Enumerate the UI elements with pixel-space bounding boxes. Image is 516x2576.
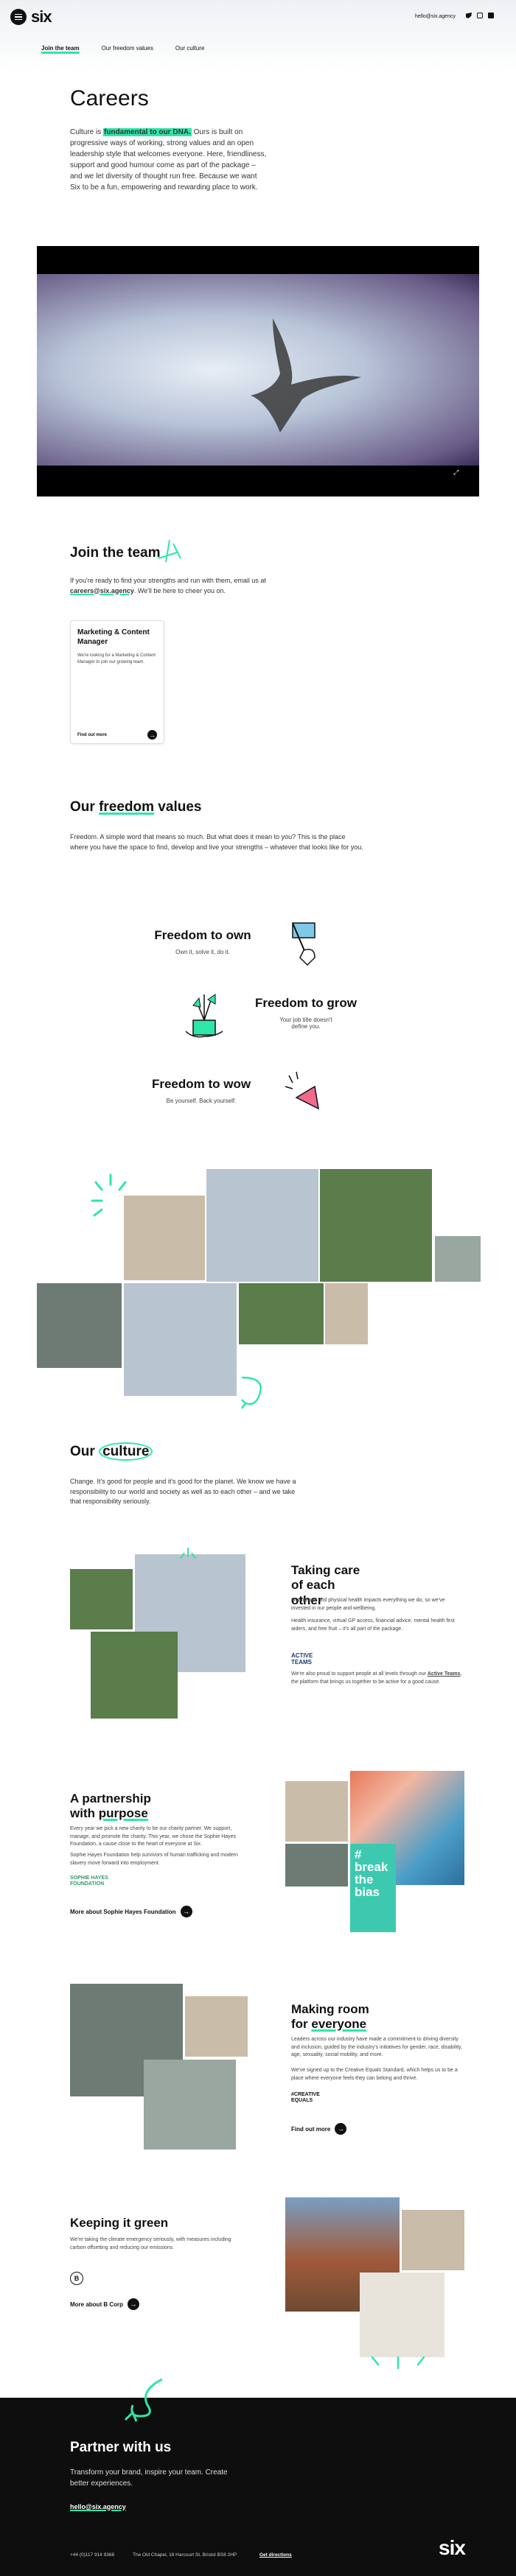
instagram-icon[interactable] <box>477 13 483 18</box>
room-title: Making room for everyone <box>291 2002 369 2032</box>
hero-intro: Culture is fundamental to our DNA. Ours … <box>70 128 267 192</box>
photo-reusable-cup <box>360 2273 444 2357</box>
photo-painting-2 <box>285 1844 348 1887</box>
join-body: If you're ready to find your strengths a… <box>70 577 266 594</box>
menu-button[interactable] <box>10 9 27 25</box>
nav-join-the-team[interactable]: Join the team <box>41 45 80 52</box>
footer-title: Partner with us <box>70 2440 172 2455</box>
photo-running-3 <box>91 1632 178 1719</box>
arrow-right-icon: → <box>128 2298 139 2310</box>
room-link[interactable]: Find out more → <box>291 2123 347 2135</box>
care-p2: Health insurance, virtual GP access, fin… <box>291 1618 455 1632</box>
header-email-link[interactable]: hello@six.agency <box>415 14 456 19</box>
value-grow-text: Your job title doesn't define you. <box>279 1017 332 1031</box>
footer-address: The Old Chapel, 16 Harcourt St, Bristol … <box>133 2552 237 2558</box>
culture-title: Our culture <box>70 1442 153 1461</box>
b-corp-logo: B <box>70 2272 83 2285</box>
social-links <box>466 13 494 18</box>
job-card-text: We're looking for a Marketing & Content … <box>77 653 156 664</box>
hummingbird-icon <box>251 318 361 432</box>
hero-video[interactable]: ⤢ <box>37 246 479 496</box>
value-grow: Freedom to grow Your job title doesn't d… <box>254 996 358 1030</box>
logo[interactable]: six <box>31 7 52 27</box>
value-wow: Freedom to wow Be yourself. Back yoursel… <box>150 1077 253 1104</box>
header: six hello@six.agency Join the team Our f… <box>0 0 516 74</box>
job-card[interactable]: Marketing & Content Manager We're lookin… <box>70 620 164 744</box>
photo-team-6 <box>325 1283 368 1344</box>
photo-bike <box>402 2210 464 2270</box>
sparkle-icon-2 <box>180 1548 196 1559</box>
footer-directions-link[interactable]: Get directions <box>259 2552 292 2558</box>
footer-logo[interactable]: six <box>439 2536 466 2560</box>
b-corp-link[interactable]: More about B Corp → <box>70 2298 139 2310</box>
partnership-title: A partnership with purpose <box>70 1791 151 1821</box>
arrow-right-icon: → <box>147 730 157 740</box>
active-teams-logo: ACTIVE TEAMS <box>291 1652 313 1666</box>
burst-decoration-2 <box>371 2356 425 2370</box>
careers-email-link[interactable]: careers@six.agency <box>70 587 134 594</box>
value-grow-title: Freedom to grow <box>255 996 357 1010</box>
green-p1: We're taking the climate emergency serio… <box>70 2237 231 2250</box>
flag-hand-icon <box>292 922 315 966</box>
value-wow-title: Freedom to wow <box>151 1077 251 1091</box>
value-own: Freedom to own Own it, solve it, do it. <box>151 928 254 955</box>
care-p3: We're also proud to support people at al… <box>291 1671 462 1685</box>
values-title: Our freedom values <box>70 799 202 815</box>
photo-team-2 <box>206 1169 318 1282</box>
culture-body: Change. It's good for people and it's go… <box>70 1478 296 1505</box>
hummingbird-image <box>37 274 479 466</box>
value-wow-text: Be yourself. Back yourself. <box>166 1098 237 1105</box>
photo-golf <box>239 1283 324 1344</box>
value-own-text: Own it, solve it, do it. <box>175 949 230 956</box>
partnership-p2: Sophie Hayes Foundation help survivors o… <box>70 1853 238 1866</box>
photo-dog <box>185 1996 248 2057</box>
photo-team-1 <box>124 1196 205 1280</box>
photo-paddleboard <box>124 1283 237 1396</box>
photo-running-1 <box>70 1569 133 1629</box>
page-title: Careers <box>70 86 149 110</box>
photo-painting-1 <box>285 1781 348 1842</box>
footer-phone[interactable]: +44 (0)117 914 9368 <box>70 2552 114 2558</box>
twitter-icon[interactable] <box>466 13 472 18</box>
arrow-right-icon: → <box>335 2123 347 2135</box>
job-card-link[interactable]: Find out more → <box>77 730 157 740</box>
sophie-hayes-logo: SOPHIE HAYES FOUNDATION <box>70 1875 108 1887</box>
care-p1: Our mental and physical health impacts e… <box>291 1598 445 1611</box>
plant-pot-icon <box>185 994 223 1038</box>
sophie-hayes-link[interactable]: More about Sophie Hayes Foundation → <box>70 1906 192 1917</box>
active-teams-link[interactable]: Active Teams <box>428 1671 461 1677</box>
footer: Partner with us Transform your brand, in… <box>0 2378 516 2576</box>
job-card-title: Marketing & Content Manager <box>77 628 150 646</box>
room-p1: Leaders across our industry have made a … <box>291 2037 462 2057</box>
party-popper-icon <box>285 1071 319 1110</box>
nav-freedom-values[interactable]: Our freedom values <box>102 45 153 52</box>
sparkle-icon <box>158 539 181 563</box>
value-own-title: Freedom to own <box>154 928 251 942</box>
footer-tagline: Transform your brand, inspire your team.… <box>70 2468 228 2488</box>
photo-team-5 <box>37 1283 122 1368</box>
nav-our-culture[interactable]: Our culture <box>175 45 205 52</box>
photo-colleagues <box>144 2060 236 2149</box>
sub-nav: Join the team Our freedom values Our cul… <box>41 45 204 52</box>
footer-email-link[interactable]: hello@six.agency <box>70 2503 126 2510</box>
arrow-right-icon: → <box>180 1906 192 1917</box>
menu-icon <box>15 13 22 15</box>
partnership-p1: Every year we pick a new charity to be o… <box>70 1826 237 1847</box>
linkedin-icon[interactable] <box>488 13 494 18</box>
join-title: Join the team <box>70 545 161 561</box>
creative-equals-logo: #CREATIVE EQUALS <box>291 2092 320 2104</box>
green-title: Keeping it green <box>70 2216 169 2230</box>
photo-team-3 <box>320 1169 432 1282</box>
values-body: Freedom. A simple word that means so muc… <box>70 833 363 851</box>
photo-team-4 <box>435 1236 481 1282</box>
swirl-decoration <box>124 2378 163 2422</box>
swirl-arrow-decoration <box>240 1376 262 1409</box>
portrait-artwork-3 <box>355 1845 396 1932</box>
fullscreen-icon[interactable]: ⤢ <box>453 468 459 477</box>
room-p2: We've signed up to the Creative Equals S… <box>291 2068 458 2081</box>
